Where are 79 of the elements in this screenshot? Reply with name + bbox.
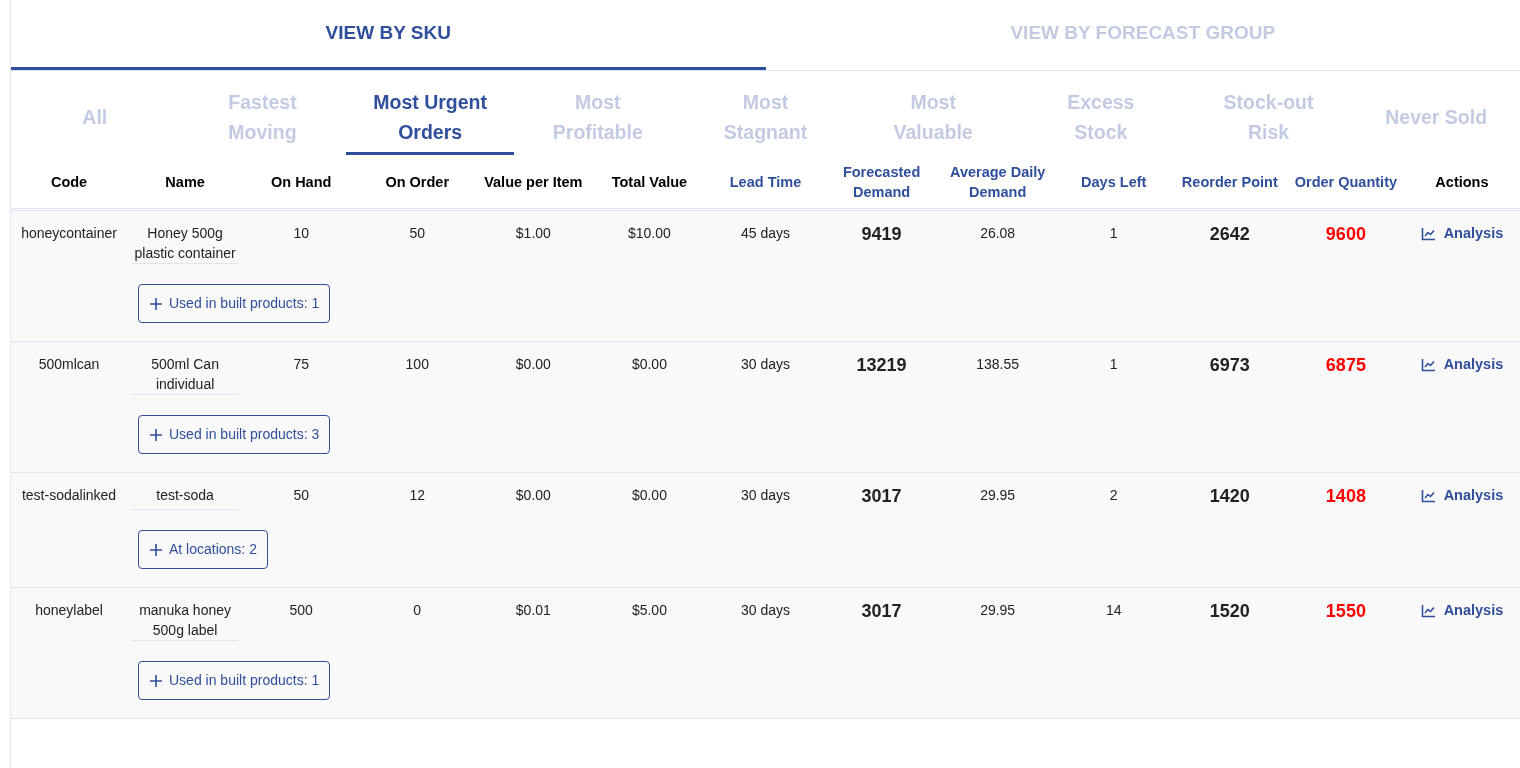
- table-cell-text: 6875: [1324, 354, 1367, 377]
- table-cell-text: honeylabel: [34, 601, 104, 620]
- table-cell-text: 1550: [1324, 600, 1367, 623]
- table-cell-text: 1520: [1208, 600, 1251, 623]
- table-cell-text: 500mlcan: [37, 355, 101, 374]
- expand-button[interactable]: At locations: 2: [138, 530, 268, 569]
- analysis-link[interactable]: Analysis: [1420, 600, 1504, 622]
- table-cell-text: $0.00: [630, 486, 668, 505]
- table-cell-text: $0.00: [514, 355, 552, 374]
- table-cell-text: 30 days: [739, 486, 791, 505]
- expand-button[interactable]: Used in built products: 3: [138, 415, 331, 454]
- column-header[interactable]: Order Quantity: [1287, 171, 1404, 192]
- expand-button[interactable]: Used in built products: 1: [138, 661, 331, 700]
- table-cell: 500ml Can individual: [132, 354, 239, 395]
- column-header: Total Value: [610, 172, 689, 192]
- column-header: Code: [49, 172, 89, 192]
- table-cell-text: test-sodalinked: [20, 486, 118, 505]
- table-cell-text: 3017: [860, 600, 903, 623]
- filter-tab[interactable]: Most Urgent Orders: [346, 81, 514, 155]
- table-cell-text: 1: [1108, 355, 1119, 374]
- column-header[interactable]: Lead Time: [707, 171, 824, 192]
- column-header[interactable]: Reorder Point: [1171, 171, 1288, 192]
- table-cell-text: 45 days: [739, 224, 791, 243]
- column-header[interactable]: Days Left: [1055, 171, 1172, 192]
- line-chart-icon: [1420, 603, 1436, 618]
- table-cell-text: 29.95: [979, 486, 1017, 505]
- table-cell: manuka honey 500g label: [132, 600, 239, 641]
- table-cell-text: $1.00: [514, 224, 552, 243]
- table-cell-text: 30 days: [739, 355, 791, 374]
- expand-button[interactable]: Used in built products: 1: [138, 284, 331, 323]
- table-cell-text: 29.95: [979, 601, 1017, 620]
- table-cell-text: 100: [404, 355, 430, 374]
- table-cell-text: 26.08: [979, 224, 1017, 243]
- table-cell-text: 50: [292, 486, 310, 505]
- table-cell-text: 13219: [855, 354, 908, 377]
- plus-icon: [149, 673, 163, 688]
- plus-icon: [149, 427, 163, 442]
- table-cell-text: $0.01: [514, 601, 552, 620]
- plus-icon: [149, 296, 163, 311]
- table-cell: test-soda: [132, 485, 239, 510]
- table-cell-text: 30 days: [739, 601, 791, 620]
- column-header[interactable]: Average Daily Demand: [939, 161, 1056, 202]
- table-cell-text: 50: [408, 224, 427, 243]
- table-cell-text: $0.00: [514, 486, 552, 505]
- table-cell-text: honeycontainer: [20, 224, 118, 243]
- table-cell-text: 75: [292, 355, 310, 374]
- table-cell-text: 14: [1104, 601, 1123, 620]
- table-cell-text: 2642: [1208, 223, 1251, 246]
- table-cell-text: 9600: [1324, 223, 1367, 246]
- line-chart-icon: [1420, 357, 1436, 372]
- table-cell-text: $10.00: [627, 224, 672, 243]
- column-header: Name: [164, 172, 206, 192]
- table-cell: Honey 500g plastic container: [132, 223, 239, 264]
- plus-icon: [149, 542, 163, 557]
- table-cell-text: 1408: [1324, 485, 1367, 508]
- table-cell-text: 1420: [1208, 485, 1251, 508]
- table-cell-text: $5.00: [630, 601, 668, 620]
- column-header[interactable]: Forecasted Demand: [823, 161, 940, 202]
- table-cell-text: 10: [292, 224, 310, 243]
- table-cell-text: 3017: [860, 485, 903, 508]
- table-cell-text: 6973: [1208, 354, 1251, 377]
- analysis-link[interactable]: Analysis: [1420, 223, 1504, 245]
- line-chart-icon: [1420, 488, 1436, 503]
- table-cell-text: 12: [408, 486, 427, 505]
- table-cell-text: 2: [1108, 486, 1119, 505]
- line-chart-icon: [1420, 226, 1436, 241]
- table-cell-text: 138.55: [975, 355, 1021, 374]
- analysis-link[interactable]: Analysis: [1420, 354, 1504, 376]
- table-cell-text: 1: [1108, 224, 1119, 243]
- table-cell-text: 500: [288, 601, 314, 620]
- table-cell-text: 9419: [860, 223, 903, 246]
- column-header: On Order: [384, 172, 451, 192]
- table-cell-text: 0: [412, 601, 423, 620]
- table-cell-text: $0.00: [630, 355, 668, 374]
- column-header: On Hand: [269, 172, 333, 192]
- analysis-link[interactable]: Analysis: [1420, 485, 1504, 507]
- view-tab[interactable]: VIEW BY SKU: [11, 0, 766, 70]
- column-header: Value per Item: [483, 172, 584, 192]
- column-header: Actions: [1434, 172, 1490, 192]
